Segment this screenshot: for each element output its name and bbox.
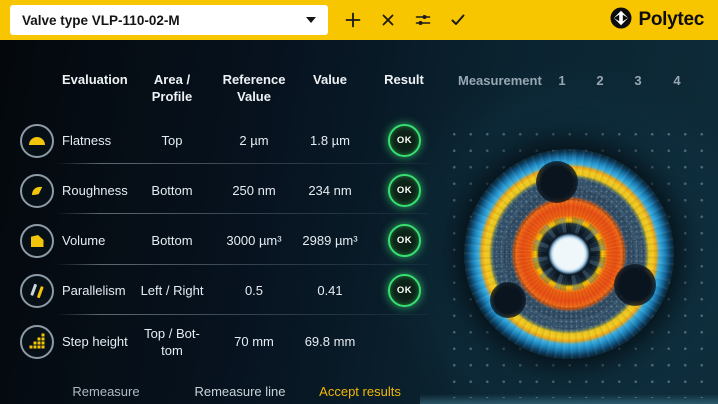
brand: Polytec	[610, 0, 705, 40]
result-ok-badge: OK	[388, 224, 421, 257]
header-measurement: Measurement	[458, 73, 548, 88]
row-ref: 0.5	[214, 283, 294, 300]
row-value: 0.41	[296, 283, 364, 300]
volume-glyph	[31, 235, 44, 247]
flatness-glyph	[29, 137, 45, 145]
row-divider	[56, 264, 428, 265]
add-icon[interactable]	[344, 11, 362, 29]
remeasure-line-button[interactable]: Remeasure line	[188, 384, 292, 399]
roughness-icon	[20, 174, 54, 208]
result-text: OK	[397, 135, 412, 146]
header-evaluation: Evaluation	[62, 72, 142, 89]
valve-bore-hole	[490, 282, 526, 318]
roughness-glyph	[28, 182, 46, 200]
step-height-glyph	[28, 333, 46, 351]
measurement-col-4[interactable]: 4	[667, 73, 687, 88]
remeasure-area-button[interactable]: Remeasure area	[60, 384, 152, 404]
row-ref: 3000 µm³	[214, 233, 294, 250]
result-ok-badge: OK	[388, 274, 421, 307]
row-divider	[56, 213, 428, 214]
row-area: Left / Right	[136, 283, 208, 300]
header-area-profile: Area / Profile	[144, 72, 200, 106]
flatness-icon	[20, 124, 54, 158]
bottom-glow	[420, 394, 718, 404]
row-evaluation: Step height	[62, 334, 140, 351]
row-divider	[56, 314, 428, 315]
close-icon[interactable]	[379, 11, 397, 29]
row-ref: 2 µm	[214, 133, 294, 150]
row-area: Bottom	[136, 183, 208, 200]
row-value: 2989 µm³	[296, 233, 364, 250]
volume-icon	[20, 224, 54, 258]
brand-name: Polytec	[639, 9, 705, 31]
step-height-icon	[20, 325, 54, 359]
row-ref: 250 nm	[214, 183, 294, 200]
topbar: Valve type VLP-110-02-M	[0, 0, 718, 40]
chevron-down-icon	[306, 17, 316, 23]
row-area: Bottom	[136, 233, 208, 250]
header-reference-value: Reference Value	[218, 72, 290, 106]
valve-type-value: Valve type VLP-110-02-M	[22, 13, 180, 28]
valve-center-disc	[546, 231, 592, 277]
confirm-icon[interactable]	[449, 11, 467, 29]
measurement-col-3[interactable]: 3	[628, 73, 648, 88]
row-evaluation: Volume	[62, 233, 140, 250]
app-window: Valve type VLP-110-02-M	[0, 0, 718, 404]
row-value: 69.8 mm	[296, 334, 364, 351]
row-ref: 70 mm	[214, 334, 294, 351]
row-divider	[56, 163, 428, 164]
row-value: 234 nm	[296, 183, 364, 200]
valve-heatmap-image	[464, 149, 674, 359]
measurement-col-1[interactable]: 1	[552, 73, 572, 88]
row-area: Top / Bot-tom	[139, 326, 205, 360]
row-area: Top	[136, 133, 208, 150]
topbar-actions	[344, 0, 467, 40]
main-panel: Evaluation Area / Profile Reference Valu…	[0, 40, 718, 404]
valve-type-dropdown[interactable]: Valve type VLP-110-02-M	[10, 5, 328, 35]
result-text: OK	[397, 235, 412, 246]
result-text: OK	[397, 185, 412, 196]
row-evaluation: Roughness	[62, 183, 140, 200]
row-evaluation: Parallelism	[62, 283, 140, 300]
header-result: Result	[374, 72, 434, 89]
row-value: 1.8 µm	[296, 133, 364, 150]
result-ok-badge: OK	[388, 124, 421, 157]
parallelism-glyph	[30, 284, 44, 299]
row-evaluation: Flatness	[62, 133, 140, 150]
measurement-col-2[interactable]: 2	[590, 73, 610, 88]
valve-bore-hole	[536, 161, 578, 203]
result-ok-badge: OK	[388, 174, 421, 207]
result-text: OK	[397, 285, 412, 296]
polytec-logo-icon	[610, 7, 632, 34]
filter-icon[interactable]	[414, 11, 432, 29]
parallelism-icon	[20, 274, 54, 308]
valve-bore-hole	[614, 264, 656, 306]
header-value: Value	[300, 72, 360, 89]
accept-results-button[interactable]: Accept results	[314, 384, 406, 399]
